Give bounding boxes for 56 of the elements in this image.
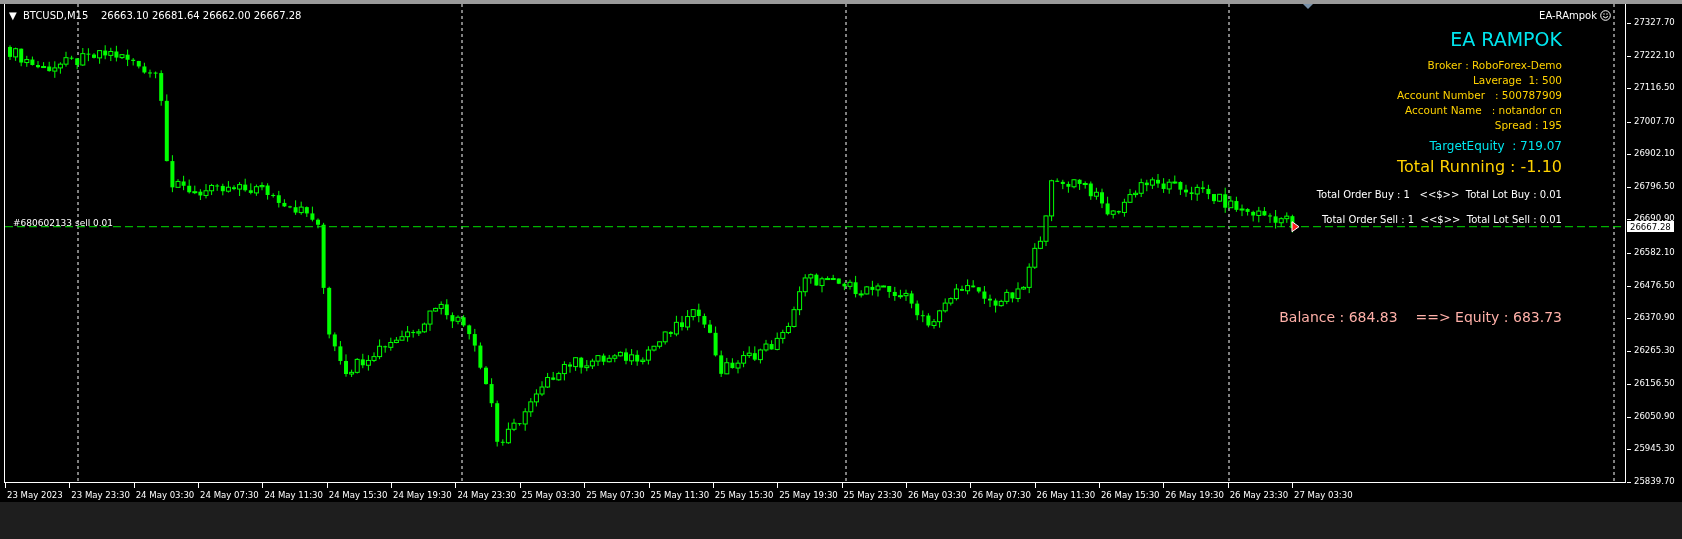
- arrow-icon: [1291, 221, 1300, 233]
- time-label: 24 May 07:30: [200, 490, 259, 500]
- price-label: 27007.70: [1634, 115, 1675, 126]
- price-label: 26902.10: [1634, 148, 1675, 158]
- time-label: 25 May 23:30: [843, 490, 903, 500]
- price-label: 25839.70: [1634, 476, 1675, 486]
- info-text: Laverage 1: 500: [1472, 75, 1562, 86]
- order-label: #680602133 sell 0.01: [13, 218, 114, 228]
- time-label: 26 May 07:30: [972, 490, 1031, 500]
- price-label: 27222.10: [1634, 49, 1675, 60]
- time-label: 25 May 03:30: [521, 490, 581, 500]
- info-text: Account Number : 500787909: [1397, 90, 1562, 101]
- price-label: 27116.50: [1634, 82, 1675, 92]
- smiley-icon[interactable]: [1600, 10, 1611, 21]
- current-price-tag: 26667.28: [1627, 220, 1674, 233]
- price-label: 26796.50: [1634, 180, 1675, 191]
- order-sell-text: Total Order Sell : 1 <<$>> Total Lot Sell : 0.01: [1321, 215, 1562, 225]
- info-text: Broker : RoboForex-Demo: [1427, 60, 1562, 71]
- time-label: 27 May 03:30: [1294, 490, 1353, 500]
- time-label: 26 May 11:30: [1036, 490, 1096, 500]
- info-text: Spread : 195: [1494, 120, 1562, 131]
- price-label: 26265.30: [1634, 344, 1675, 355]
- price-label: 27327.70: [1634, 17, 1675, 27]
- panel-title: EA RAMPOK: [1450, 30, 1562, 49]
- order-buy-text: Total Order Buy : 1 <<$>> Total Lot Buy : 0.01: [1316, 190, 1562, 200]
- price-label: 26156.50: [1634, 378, 1675, 388]
- price-label: 26050.90: [1634, 410, 1675, 421]
- price-label: 26476.50: [1634, 279, 1675, 290]
- symbol-label: BTCUSD,M15: [23, 11, 89, 21]
- expert-label: EA-RAmpok: [1539, 11, 1597, 21]
- time-label: 24 May 15:30: [328, 490, 388, 500]
- balance-text: Balance : 684.83 ==> Equity : 683.73: [1279, 310, 1562, 324]
- info-text: Account Name : notandor cn: [1404, 105, 1562, 116]
- time-label: 23 May 23:30: [71, 490, 130, 500]
- target-equity-text: TargetEquity : 719.07: [1429, 140, 1562, 152]
- time-label: 25 May 15:30: [714, 490, 774, 500]
- shift-marker-icon[interactable]: [1303, 4, 1313, 9]
- total-running-text: Total Running : -1.10: [1397, 159, 1562, 175]
- time-label: 24 May 23:30: [457, 490, 517, 500]
- time-label: 25 May 07:30: [586, 490, 645, 500]
- price-label: 26690.90: [1634, 213, 1675, 223]
- time-label: 26 May 19:30: [1165, 490, 1224, 500]
- time-label: 24 May 03:30: [135, 490, 195, 500]
- menu-icon[interactable]: ▼: [9, 11, 17, 21]
- price-label: 26370.90: [1634, 312, 1675, 322]
- time-label: 25 May 19:30: [779, 490, 838, 500]
- time-label: 23 May 2023: [7, 490, 63, 500]
- time-label: 26 May 15:30: [1100, 490, 1160, 500]
- time-label: 25 May 11:30: [650, 490, 710, 500]
- quote-label: 26663.10 26681.64 26662.00 26667.28: [101, 11, 302, 21]
- time-label: 26 May 23:30: [1229, 490, 1289, 500]
- time-label: 24 May 19:30: [393, 490, 452, 500]
- price-label: 26582.10: [1634, 247, 1675, 257]
- time-label: 24 May 11:30: [264, 490, 323, 500]
- price-label: 25945.30: [1634, 443, 1675, 453]
- time-label: 26 May 03:30: [907, 490, 967, 500]
